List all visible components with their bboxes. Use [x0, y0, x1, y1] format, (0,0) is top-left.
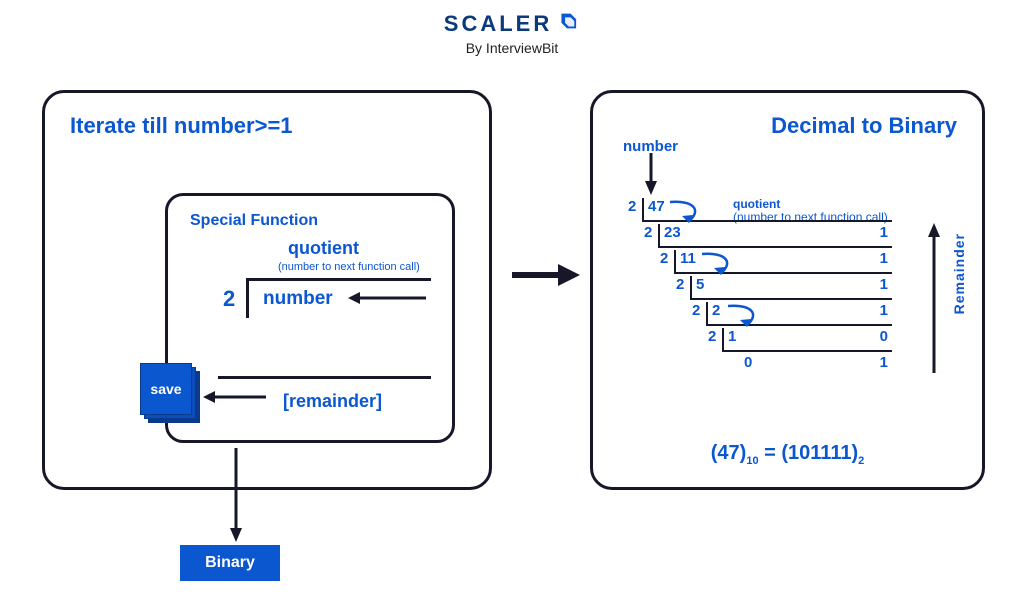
remainder-vertical-label: Remainder: [951, 233, 967, 314]
divisor-two: 2: [223, 286, 235, 312]
arrow-up-remainder-icon: [926, 223, 942, 373]
quotient-label: quotient: [288, 238, 359, 259]
result-equation: (47)10 = (101111)2: [711, 442, 865, 467]
logo-subtext: By InterviewBit: [444, 40, 580, 56]
special-function-title: Special Function: [190, 212, 318, 230]
save-stack: save: [140, 363, 196, 419]
step-value-0: 47: [648, 198, 665, 215]
step-value-1: 23: [664, 224, 681, 241]
number-label: number: [263, 288, 333, 310]
logo-text: SCALER: [444, 11, 552, 37]
arrow-to-save-icon: [203, 389, 268, 405]
scaler-cube-icon: [558, 10, 580, 38]
remainder-label: [remainder]: [283, 391, 382, 412]
step-value-3: 5: [696, 276, 704, 293]
arrow-down-number-icon: [643, 153, 659, 195]
step-divisor-1: 2: [644, 224, 652, 241]
binary-output-box: Binary: [180, 545, 280, 581]
decimal-to-binary-panel: Decimal to Binary number quotient (numbe…: [590, 90, 985, 490]
d2b-heading: Decimal to Binary: [771, 113, 957, 139]
iterate-panel: Iterate till number>=1 Special Function …: [42, 90, 492, 490]
curve-arrow-3-icon: [726, 304, 766, 330]
scaler-logo: SCALER By InterviewBit: [444, 10, 580, 56]
step-divisor-5: 2: [708, 328, 716, 345]
remainder-line: [218, 376, 431, 379]
special-function-box: Special Function quotient (number to nex…: [165, 193, 455, 443]
quotient-sublabel: (number to next function call): [278, 261, 420, 273]
div-line-top: [246, 278, 431, 281]
arrow-right-icon: [510, 260, 580, 290]
step-value-2: 11: [680, 250, 696, 267]
step-value-6: 0: [744, 354, 752, 371]
div-line-vert: [246, 278, 249, 318]
step-divisor-0: 2: [628, 198, 636, 215]
step-rem-5: 0: [880, 328, 888, 345]
step-rem-3: 1: [880, 276, 888, 293]
curve-arrow-1-icon: [668, 200, 708, 226]
step-divisor-3: 2: [676, 276, 684, 293]
division-ladder: 2 47 2 23 1 2 11 1 2 5 1 2 2 1 2 1 0 0 1: [628, 198, 958, 408]
step-divisor-4: 2: [692, 302, 700, 319]
save-block: save: [140, 363, 192, 415]
step-value-4: 2: [712, 302, 720, 319]
iterate-heading: Iterate till number>=1: [70, 113, 293, 139]
step-rem-1: 1: [880, 224, 888, 241]
step-rem-2: 1: [880, 250, 888, 267]
arrow-down-to-binary-icon: [228, 448, 244, 543]
arrow-left-icon: [348, 290, 428, 306]
step-divisor-2: 2: [660, 250, 668, 267]
curve-arrow-2-icon: [700, 252, 740, 278]
step-rem-6: 1: [880, 354, 888, 371]
step-value-5: 1: [728, 328, 736, 345]
step-rem-4: 1: [880, 302, 888, 319]
